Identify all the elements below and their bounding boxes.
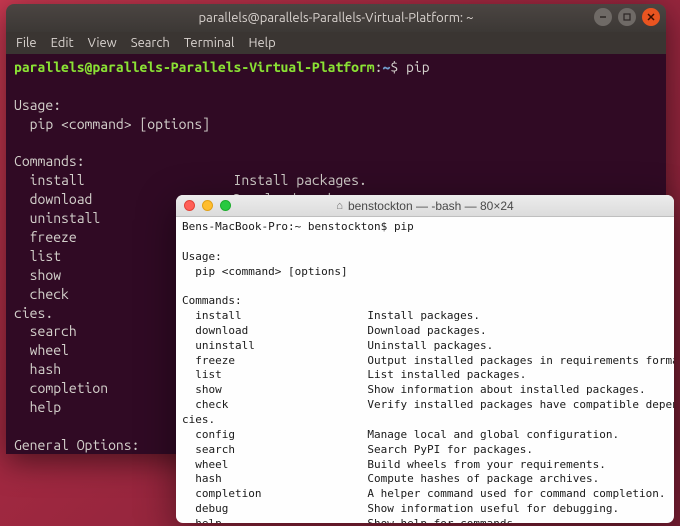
menu-view[interactable]: View	[88, 36, 117, 50]
menu-terminal[interactable]: Terminal	[184, 36, 235, 50]
typed-command: pip	[394, 220, 414, 233]
zoom-button[interactable]	[220, 200, 231, 211]
mac-terminal-output[interactable]: Bens-MacBook-Pro:~ benstockton$ pip Usag…	[176, 217, 674, 523]
options-header: General Options:	[14, 437, 139, 453]
mac-titlebar[interactable]: ⌂ benstockton — -bash — 80×24	[176, 195, 674, 217]
menu-edit[interactable]: Edit	[51, 36, 74, 50]
usage-line: pip <command> [options]	[14, 116, 210, 132]
home-icon: ⌂	[336, 200, 343, 212]
commands-header: Commands:	[182, 294, 242, 307]
commands-list-tail: search wheel hash completion help	[14, 323, 108, 415]
close-button[interactable]	[642, 8, 660, 26]
wrap-tail: cies.	[182, 413, 215, 426]
menu-help[interactable]: Help	[248, 36, 275, 50]
ubuntu-menubar: File Edit View Search Terminal Help	[6, 32, 666, 54]
ubuntu-window-controls	[594, 8, 660, 26]
maximize-button[interactable]	[618, 8, 636, 26]
minimize-button[interactable]	[202, 200, 213, 211]
close-button[interactable]	[184, 200, 195, 211]
mac-window-controls	[184, 200, 231, 211]
mac-terminal-window: ⌂ benstockton — -bash — 80×24 Bens-MacBo…	[176, 195, 674, 523]
mac-prompt: Bens-MacBook-Pro:~ benstockton$	[182, 220, 387, 233]
usage-line: pip <command> [options]	[182, 265, 348, 278]
ubuntu-window-title: parallels@parallels-Parallels-Virtual-Pl…	[199, 11, 474, 25]
minimize-button[interactable]	[594, 8, 612, 26]
commands-header: Commands:	[14, 153, 85, 169]
usage-header: Usage:	[182, 250, 222, 263]
prompt-userhost: parallels@parallels-Parallels-Virtual-Pl…	[14, 59, 375, 75]
commands-list: install Install packages. download Downl…	[182, 309, 674, 411]
mac-window-title: ⌂ benstockton — -bash — 80×24	[176, 199, 674, 213]
wrap-tail: cies.	[14, 305, 53, 321]
ubuntu-titlebar[interactable]: parallels@parallels-Parallels-Virtual-Pl…	[6, 4, 666, 32]
prompt-symbol: $	[390, 59, 398, 75]
commands-list-2: config Manage local and global configura…	[182, 428, 665, 523]
typed-command: pip	[406, 59, 430, 75]
usage-header: Usage:	[14, 97, 61, 113]
menu-file[interactable]: File	[16, 36, 37, 50]
menu-search[interactable]: Search	[131, 36, 170, 50]
